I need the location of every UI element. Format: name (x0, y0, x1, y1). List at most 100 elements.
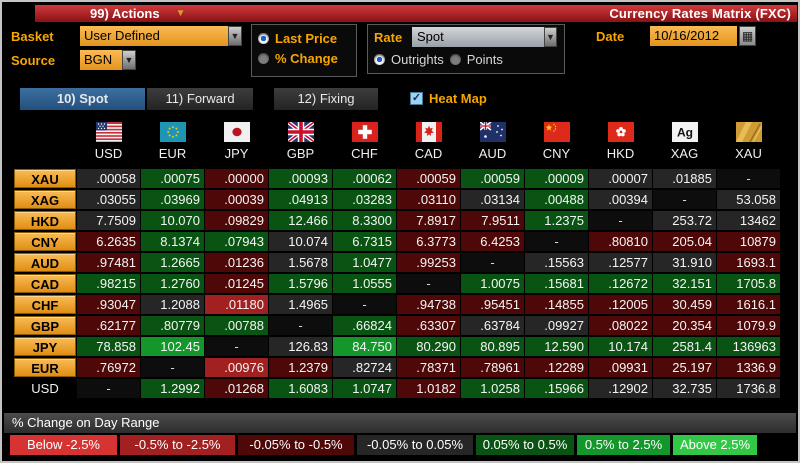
column-header-cad[interactable]: CAD (397, 122, 460, 161)
rate-cell-usd-xag[interactable]: 32.735 (653, 379, 716, 398)
rate-cell-cad-jpy[interactable]: .01245 (205, 274, 268, 293)
source-dropdown-arrow-icon[interactable]: ▼ (122, 50, 136, 70)
rate-cell-xag-jpy[interactable]: .00039 (205, 190, 268, 209)
rate-cell-xau-jpy[interactable]: .00000 (205, 169, 268, 188)
rate-cell-cny-eur[interactable]: 8.1374 (141, 232, 204, 251)
rate-cell-eur-gbp[interactable]: 1.2379 (269, 358, 332, 377)
column-header-usd[interactable]: USD (77, 122, 140, 161)
rate-cell-xau-xag[interactable]: .01885 (653, 169, 716, 188)
rate-cell-xag-aud[interactable]: .03134 (461, 190, 524, 209)
rate-cell-aud-gbp[interactable]: 1.5678 (269, 253, 332, 272)
rate-cell-xau-eur[interactable]: .00075 (141, 169, 204, 188)
rate-cell-jpy-cad[interactable]: 80.290 (397, 337, 460, 356)
rate-cell-usd-cad[interactable]: 1.0182 (397, 379, 460, 398)
rate-cell-cny-xau[interactable]: 10879 (717, 232, 780, 251)
column-header-xag[interactable]: Ag XAG (653, 122, 716, 161)
row-header-xau[interactable]: XAU (14, 169, 76, 188)
rate-cell-aud-cad[interactable]: .99253 (397, 253, 460, 272)
row-header-cny[interactable]: CNY (14, 232, 76, 251)
rate-cell-hkd-xag[interactable]: 253.72 (653, 211, 716, 230)
heat-map-checkbox[interactable]: ✓ (410, 92, 423, 105)
row-header-hkd[interactable]: HKD (14, 211, 76, 230)
rate-cell-chf-jpy[interactable]: .01180 (205, 295, 268, 314)
rate-cell-aud-xau[interactable]: 1693.1 (717, 253, 780, 272)
rate-cell-jpy-jpy[interactable]: - (205, 337, 268, 356)
rate-cell-gbp-xau[interactable]: 1079.9 (717, 316, 780, 335)
rate-cell-cny-jpy[interactable]: .07943 (205, 232, 268, 251)
rate-cell-xau-usd[interactable]: .00058 (77, 169, 140, 188)
rate-cell-usd-cny[interactable]: .15966 (525, 379, 588, 398)
radio-outrights[interactable] (374, 53, 385, 65)
rate-cell-jpy-eur[interactable]: 102.45 (141, 337, 204, 356)
rate-cell-xau-cad[interactable]: .00059 (397, 169, 460, 188)
row-header-jpy[interactable]: JPY (14, 337, 76, 356)
rate-cell-gbp-chf[interactable]: .66824 (333, 316, 396, 335)
rate-cell-aud-chf[interactable]: 1.0477 (333, 253, 396, 272)
rate-cell-chf-xag[interactable]: 30.459 (653, 295, 716, 314)
rate-cell-xag-gbp[interactable]: .04913 (269, 190, 332, 209)
rate-cell-cny-xag[interactable]: 205.04 (653, 232, 716, 251)
rate-cell-eur-aud[interactable]: .78961 (461, 358, 524, 377)
rate-cell-gbp-hkd[interactable]: .08022 (589, 316, 652, 335)
rate-cell-chf-usd[interactable]: .93047 (77, 295, 140, 314)
rate-cell-gbp-xag[interactable]: 20.354 (653, 316, 716, 335)
rate-cell-eur-xau[interactable]: 1336.9 (717, 358, 780, 377)
rate-cell-eur-chf[interactable]: .82724 (333, 358, 396, 377)
rate-cell-eur-xag[interactable]: 25.197 (653, 358, 716, 377)
rate-cell-hkd-chf[interactable]: 8.3300 (333, 211, 396, 230)
row-header-xag[interactable]: XAG (14, 190, 76, 209)
rate-cell-cad-xau[interactable]: 1705.8 (717, 274, 780, 293)
rate-cell-xau-gbp[interactable]: .00093 (269, 169, 332, 188)
rate-cell-jpy-cny[interactable]: 12.590 (525, 337, 588, 356)
rate-cell-cad-chf[interactable]: 1.0555 (333, 274, 396, 293)
rate-cell-chf-chf[interactable]: - (333, 295, 396, 314)
rate-cell-gbp-jpy[interactable]: .00788 (205, 316, 268, 335)
rate-cell-cad-cad[interactable]: - (397, 274, 460, 293)
rate-cell-cad-xag[interactable]: 32.151 (653, 274, 716, 293)
rate-cell-cny-cad[interactable]: 6.3773 (397, 232, 460, 251)
column-header-hkd[interactable]: HKD (589, 122, 652, 161)
radio-lastprice[interactable] (258, 32, 269, 44)
rate-cell-eur-cad[interactable]: .78371 (397, 358, 460, 377)
rate-cell-cad-aud[interactable]: 1.0075 (461, 274, 524, 293)
rate-cell-aud-usd[interactable]: .97481 (77, 253, 140, 272)
tab-spot[interactable]: 10) Spot (20, 88, 145, 110)
rate-cell-cad-eur[interactable]: 1.2760 (141, 274, 204, 293)
rate-cell-cny-chf[interactable]: 6.7315 (333, 232, 396, 251)
rate-cell-usd-jpy[interactable]: .01268 (205, 379, 268, 398)
source-select[interactable]: BGN (80, 50, 122, 70)
column-header-cny[interactable]: CNY (525, 122, 588, 161)
date-field[interactable]: 10/16/2012 (650, 26, 737, 46)
rate-cell-usd-gbp[interactable]: 1.6083 (269, 379, 332, 398)
rate-cell-cny-hkd[interactable]: .80810 (589, 232, 652, 251)
row-header-eur[interactable]: EUR (14, 358, 76, 377)
rate-cell-xau-xau[interactable]: - (717, 169, 780, 188)
row-header-gbp[interactable]: GBP (14, 316, 76, 335)
rate-cell-eur-eur[interactable]: - (141, 358, 204, 377)
rate-cell-aud-eur[interactable]: 1.2665 (141, 253, 204, 272)
rate-cell-cny-cny[interactable]: - (525, 232, 588, 251)
rate-cell-chf-hkd[interactable]: .12005 (589, 295, 652, 314)
rate-cell-usd-usd[interactable]: - (77, 379, 140, 398)
basket-dropdown-arrow-icon[interactable]: ▼ (228, 26, 242, 46)
rate-cell-aud-jpy[interactable]: .01236 (205, 253, 268, 272)
rate-cell-xag-xau[interactable]: 53.058 (717, 190, 780, 209)
rate-cell-xau-cny[interactable]: .00009 (525, 169, 588, 188)
rate-cell-chf-eur[interactable]: 1.2088 (141, 295, 204, 314)
rate-cell-jpy-xag[interactable]: 2581.4 (653, 337, 716, 356)
rate-cell-aud-aud[interactable]: - (461, 253, 524, 272)
rate-cell-jpy-hkd[interactable]: 10.174 (589, 337, 652, 356)
rate-cell-eur-usd[interactable]: .76972 (77, 358, 140, 377)
rate-cell-eur-hkd[interactable]: .09931 (589, 358, 652, 377)
rate-cell-chf-cad[interactable]: .94738 (397, 295, 460, 314)
rate-cell-gbp-gbp[interactable]: - (269, 316, 332, 335)
rate-cell-xag-chf[interactable]: .03283 (333, 190, 396, 209)
rate-cell-jpy-aud[interactable]: 80.895 (461, 337, 524, 356)
rate-cell-gbp-usd[interactable]: .62177 (77, 316, 140, 335)
rate-cell-usd-aud[interactable]: 1.0258 (461, 379, 524, 398)
rate-cell-usd-xau[interactable]: 1736.8 (717, 379, 780, 398)
rate-cell-hkd-gbp[interactable]: 12.466 (269, 211, 332, 230)
rate-dropdown-arrow-icon[interactable]: ▼ (544, 27, 557, 47)
column-header-aud[interactable]: AUD (461, 122, 524, 161)
rate-cell-xau-hkd[interactable]: .00007 (589, 169, 652, 188)
